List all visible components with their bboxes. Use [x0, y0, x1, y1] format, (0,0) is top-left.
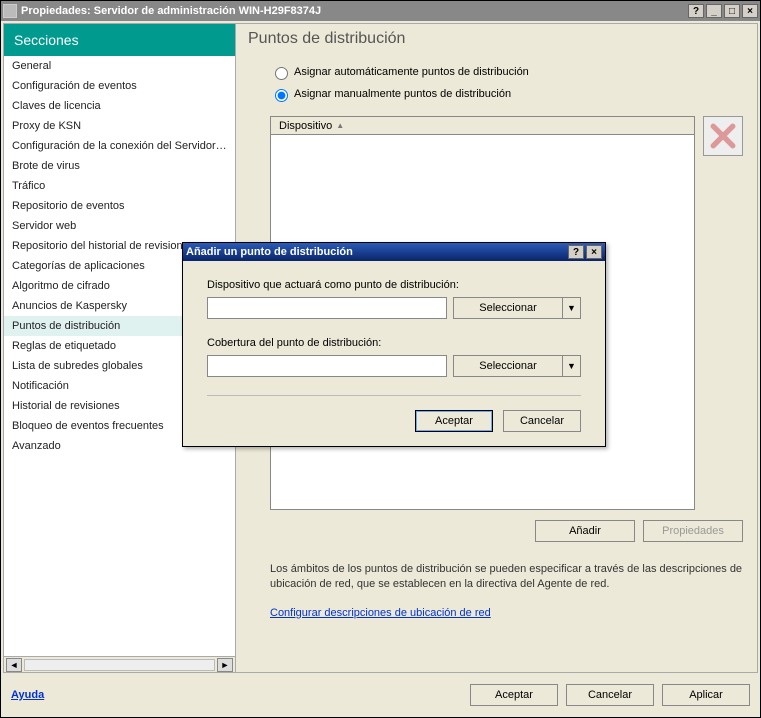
- scope-label: Cobertura del punto de distribución:: [207, 337, 581, 349]
- dialog-cancel-button[interactable]: Cancelar: [503, 410, 581, 432]
- dialog-cancel-label: Cancelar: [520, 415, 564, 427]
- sidebar-item[interactable]: Configuración de la conexión del Servido…: [4, 136, 235, 156]
- device-select-button[interactable]: Seleccionar: [453, 297, 563, 319]
- help-button[interactable]: ?: [688, 4, 704, 18]
- scope-select-splitbutton[interactable]: Seleccionar ▼: [453, 355, 581, 377]
- remove-button[interactable]: [703, 116, 743, 156]
- device-select-splitbutton[interactable]: Seleccionar ▼: [453, 297, 581, 319]
- sidebar-item[interactable]: Claves de licencia: [4, 96, 235, 116]
- sidebar-item[interactable]: Servidor web: [4, 216, 235, 236]
- content-title: Puntos de distribución: [236, 24, 757, 58]
- radio-manual[interactable]: Asignar manualmente puntos de distribuci…: [270, 86, 743, 102]
- device-select-label: Seleccionar: [479, 302, 536, 314]
- properties-window: Propiedades: Servidor de administración …: [0, 0, 761, 718]
- scroll-right-button[interactable]: ►: [217, 658, 233, 672]
- help-link[interactable]: Ayuda: [11, 689, 44, 701]
- grid-column-label: Dispositivo: [279, 120, 332, 132]
- sidebar-item[interactable]: Repositorio de eventos: [4, 196, 235, 216]
- device-input[interactable]: [207, 297, 447, 319]
- add-distribution-point-dialog: Añadir un punto de distribución ? × Disp…: [182, 242, 606, 447]
- chevron-down-icon: ▼: [567, 361, 576, 371]
- grid-header[interactable]: Dispositivo ▲: [271, 117, 694, 135]
- add-button[interactable]: Añadir: [535, 520, 635, 542]
- device-label: Dispositivo que actuará como punto de di…: [207, 279, 581, 291]
- dialog-help-button[interactable]: ?: [568, 245, 584, 259]
- radio-manual-label: Asignar manualmente puntos de distribuci…: [294, 88, 511, 100]
- grid-column-device[interactable]: Dispositivo ▲: [271, 117, 352, 134]
- dialog-ok-label: Aceptar: [435, 415, 473, 427]
- dialog-titlebar: Añadir un punto de distribución ? ×: [183, 243, 605, 261]
- maximize-button[interactable]: □: [724, 4, 740, 18]
- sort-asc-icon: ▲: [336, 121, 344, 130]
- configure-link[interactable]: Configurar descripciones de ubicación de…: [270, 607, 491, 619]
- scope-select-label: Seleccionar: [479, 360, 536, 372]
- footer-cancel-button[interactable]: Cancelar: [566, 684, 654, 706]
- sidebar-item[interactable]: General: [4, 56, 235, 76]
- dialog-ok-button[interactable]: Aceptar: [415, 410, 493, 432]
- dialog-title: Añadir un punto de distribución: [186, 246, 566, 258]
- sidebar-item[interactable]: Brote de virus: [4, 156, 235, 176]
- device-select-dropdown[interactable]: ▼: [563, 297, 581, 319]
- scope-select-dropdown[interactable]: ▼: [563, 355, 581, 377]
- minimize-button[interactable]: _: [706, 4, 722, 18]
- info-text: Los ámbitos de los puntos de distribució…: [270, 562, 743, 593]
- footer-ok-button[interactable]: Aceptar: [470, 684, 558, 706]
- footer-cancel-label: Cancelar: [588, 689, 632, 701]
- footer-apply-button[interactable]: Aplicar: [662, 684, 750, 706]
- x-icon: [710, 123, 736, 149]
- dialog-separator: [207, 395, 581, 396]
- radio-auto[interactable]: Asignar automáticamente puntos de distri…: [270, 64, 743, 80]
- sidebar-scrollbar[interactable]: ◄ ►: [4, 656, 235, 672]
- sidebar-item[interactable]: Tráfico: [4, 176, 235, 196]
- properties-button[interactable]: Propiedades: [643, 520, 743, 542]
- radio-auto-input[interactable]: [275, 67, 288, 80]
- close-button[interactable]: ×: [742, 4, 758, 18]
- scroll-left-button[interactable]: ◄: [6, 658, 22, 672]
- footer-ok-label: Aceptar: [495, 689, 533, 701]
- chevron-down-icon: ▼: [567, 303, 576, 313]
- scope-select-button[interactable]: Seleccionar: [453, 355, 563, 377]
- sidebar-item[interactable]: Proxy de KSN: [4, 116, 235, 136]
- footer: Ayuda Aceptar Cancelar Aplicar: [1, 673, 760, 717]
- sidebar-header: Secciones: [4, 24, 235, 56]
- properties-button-label: Propiedades: [662, 525, 724, 537]
- scope-input[interactable]: [207, 355, 447, 377]
- titlebar: Propiedades: Servidor de administración …: [1, 1, 760, 21]
- footer-apply-label: Aplicar: [689, 689, 723, 701]
- window-icon: [3, 4, 17, 18]
- add-button-label: Añadir: [569, 525, 601, 537]
- radio-auto-label: Asignar automáticamente puntos de distri…: [294, 66, 529, 78]
- window-title: Propiedades: Servidor de administración …: [21, 5, 688, 17]
- sidebar-item[interactable]: Configuración de eventos: [4, 76, 235, 96]
- dialog-close-button[interactable]: ×: [586, 245, 602, 259]
- scroll-track[interactable]: [24, 659, 215, 671]
- radio-manual-input[interactable]: [275, 89, 288, 102]
